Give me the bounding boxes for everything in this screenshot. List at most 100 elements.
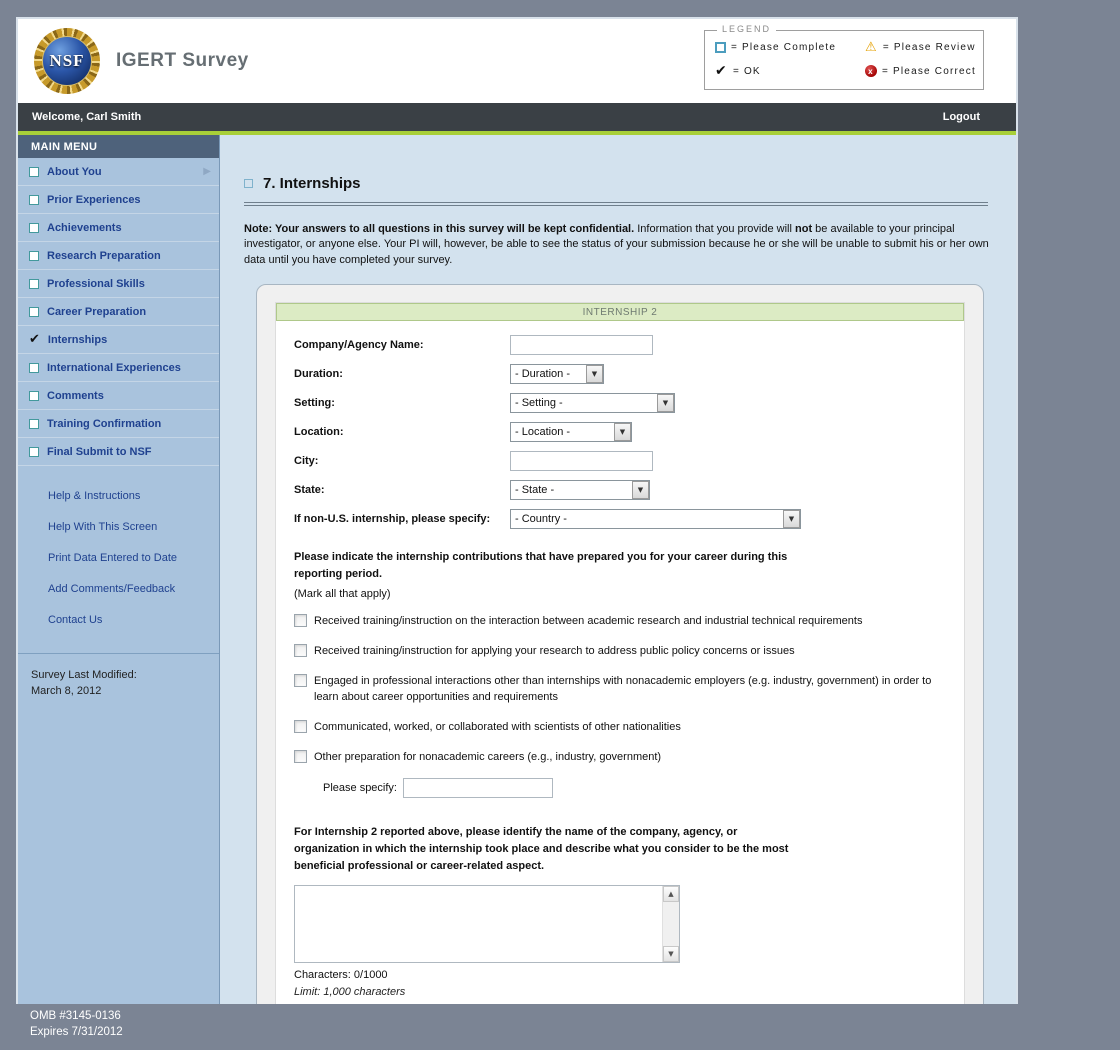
header: NSF IGERT Survey LEGEND = Please Complet… — [18, 19, 1016, 103]
contributions-question: Please indicate the internship contribut… — [294, 551, 788, 581]
title-divider — [244, 202, 988, 206]
app-title: IGERT Survey — [116, 50, 249, 71]
checkbox-icon — [29, 250, 39, 261]
checkbox-icon — [29, 390, 39, 401]
internship-panel: INTERNSHIP 2 Company/Agency Name: Durati… — [256, 284, 984, 1004]
sidebar-item-research-preparation[interactable]: Research Preparation — [18, 242, 219, 270]
sidebar: MAIN MENU About You ▶ Prior Experiences … — [18, 135, 220, 1004]
footer: OMB #3145-0136 Expires 7/31/2012 — [30, 1008, 123, 1040]
sidebar-item-professional-skills[interactable]: Professional Skills — [18, 270, 219, 298]
checkbox-icon[interactable] — [294, 614, 307, 628]
form-header: INTERNSHIP 2 — [276, 303, 964, 322]
setting-label: Setting: — [294, 396, 335, 409]
sidebar-item-about-you[interactable]: About You ▶ — [18, 158, 219, 186]
character-limit-note: Limit: 1,000 characters — [294, 986, 406, 999]
chevron-right-icon: ▶ — [203, 166, 211, 177]
chevron-down-icon[interactable]: ▼ — [657, 393, 674, 412]
sidebar-item-achievements[interactable]: Achievements — [18, 214, 219, 242]
footer-omb: OMB #3145-0136 — [30, 1010, 121, 1022]
checkmark-icon: ✔ — [715, 63, 728, 79]
sidebar-menu-title: MAIN MENU — [18, 135, 219, 158]
state-select[interactable]: - State - ▼ — [510, 479, 650, 500]
sidebar-item-prior-experiences[interactable]: Prior Experiences — [18, 186, 219, 214]
chevron-down-icon[interactable]: ▼ — [783, 509, 800, 528]
please-specify-row: Please specify: — [323, 777, 946, 798]
footer-expires: Expires 7/31/2012 — [30, 1026, 123, 1039]
legend-item-correct: x = Please Correct — [865, 65, 976, 77]
sidebar-item-internships[interactable]: ✔ Internships — [18, 326, 219, 354]
page-container: NSF IGERT Survey LEGEND = Please Complet… — [16, 17, 1018, 1004]
logout-link[interactable]: Logout — [943, 111, 980, 123]
legend-label: = Please Review — [882, 41, 976, 53]
legend-label: = Please Correct — [882, 65, 976, 77]
character-count: Characters: 0/1000 — [294, 969, 388, 982]
survey-last-modified: Survey Last Modified: March 8, 2012 — [31, 669, 137, 697]
description-textarea[interactable] — [295, 886, 662, 962]
please-specify-input[interactable] — [402, 777, 553, 798]
nsf-logo: NSF — [34, 28, 100, 94]
contribution-option: Communicated, worked, or collaborated wi… — [294, 720, 946, 736]
main-content: 7. Internships Note: Your answers to all… — [220, 135, 1016, 1004]
legend-item-review: ⚠ = Please Review — [865, 41, 976, 54]
checkbox-icon — [29, 222, 39, 233]
city-label: City: — [294, 454, 319, 467]
country-label: If non-U.S. internship, please specify: — [294, 512, 491, 525]
company-input[interactable] — [510, 334, 653, 355]
checkbox-icon — [29, 418, 39, 429]
checkbox-icon[interactable] — [294, 749, 307, 763]
contribution-option: Received training/instruction on the int… — [294, 614, 946, 630]
please-specify-label: Please specify: — [323, 781, 397, 794]
checkbox-icon — [244, 179, 253, 188]
location-select[interactable]: - Location - ▼ — [510, 421, 632, 442]
checkbox-icon — [29, 362, 39, 373]
contribution-option: Received training/instruction for applyi… — [294, 644, 946, 660]
legend-item-complete: = Please Complete — [715, 41, 865, 53]
nsf-logo-text: NSF — [49, 51, 85, 70]
company-label: Company/Agency Name: — [294, 338, 424, 351]
checkbox-icon[interactable] — [294, 720, 307, 734]
confidentiality-note: Note: Your answers to all questions in t… — [244, 223, 989, 266]
welcome-text: Welcome, Carl Smith — [32, 111, 142, 123]
checkbox-icon[interactable] — [294, 674, 307, 688]
scroll-up-icon[interactable]: ▲ — [663, 886, 679, 903]
sidebar-item-career-preparation[interactable]: Career Preparation — [18, 298, 219, 326]
sidebar-item-training-confirmation[interactable]: Training Confirmation — [18, 410, 219, 438]
contributions-hint: (Mark all that apply) — [294, 588, 391, 601]
nsf-logo-globe: NSF — [42, 36, 92, 86]
checkbox-icon — [29, 166, 39, 177]
duration-label: Duration: — [294, 367, 343, 380]
checkbox-icon — [29, 194, 39, 205]
setting-select[interactable]: - Setting - ▼ — [510, 392, 675, 413]
legend-label: = OK — [732, 65, 761, 77]
city-input[interactable] — [510, 450, 653, 471]
error-icon: x — [865, 65, 877, 77]
legend-box: LEGEND = Please Complete ⚠ = Please Revi… — [704, 24, 984, 90]
legend-title: LEGEND — [717, 24, 777, 34]
location-label: Location: — [294, 425, 344, 438]
sidebar-link-help-instructions[interactable]: Help & Instructions — [18, 484, 219, 508]
scroll-down-icon[interactable]: ▼ — [663, 946, 679, 963]
description-prompt: For Internship 2 reported above, please … — [294, 825, 789, 872]
contribution-option: Engaged in professional interactions oth… — [294, 674, 946, 706]
description-textarea-wrap: ▲ ▼ — [294, 885, 680, 964]
duration-select[interactable]: - Duration - ▼ — [510, 363, 604, 384]
checkbox-icon — [29, 306, 39, 317]
sidebar-link-add-comments[interactable]: Add Comments/Feedback — [18, 577, 219, 601]
country-select[interactable]: - Country - ▼ — [510, 508, 801, 529]
chevron-down-icon[interactable]: ▼ — [586, 364, 603, 383]
sidebar-item-international-experiences[interactable]: International Experiences — [18, 354, 219, 382]
sidebar-link-help-screen[interactable]: Help With This Screen — [18, 515, 219, 539]
checkbox-icon — [29, 278, 39, 289]
legend-item-ok: ✔ = OK — [715, 64, 865, 78]
sidebar-links: Help & Instructions Help With This Scree… — [18, 466, 219, 653]
sidebar-item-comments[interactable]: Comments — [18, 382, 219, 410]
sidebar-link-contact-us[interactable]: Contact Us — [18, 608, 219, 632]
sidebar-link-print-data[interactable]: Print Data Entered to Date — [18, 546, 219, 570]
chevron-down-icon[interactable]: ▼ — [614, 422, 631, 441]
checkbox-icon[interactable] — [294, 644, 307, 658]
chevron-down-icon[interactable]: ▼ — [632, 480, 649, 499]
section-title-row: 7. Internships — [244, 175, 988, 192]
textarea-scrollbar[interactable]: ▲ ▼ — [662, 886, 679, 963]
warning-icon: ⚠ — [865, 39, 878, 55]
sidebar-item-final-submit[interactable]: Final Submit to NSF — [18, 438, 219, 466]
